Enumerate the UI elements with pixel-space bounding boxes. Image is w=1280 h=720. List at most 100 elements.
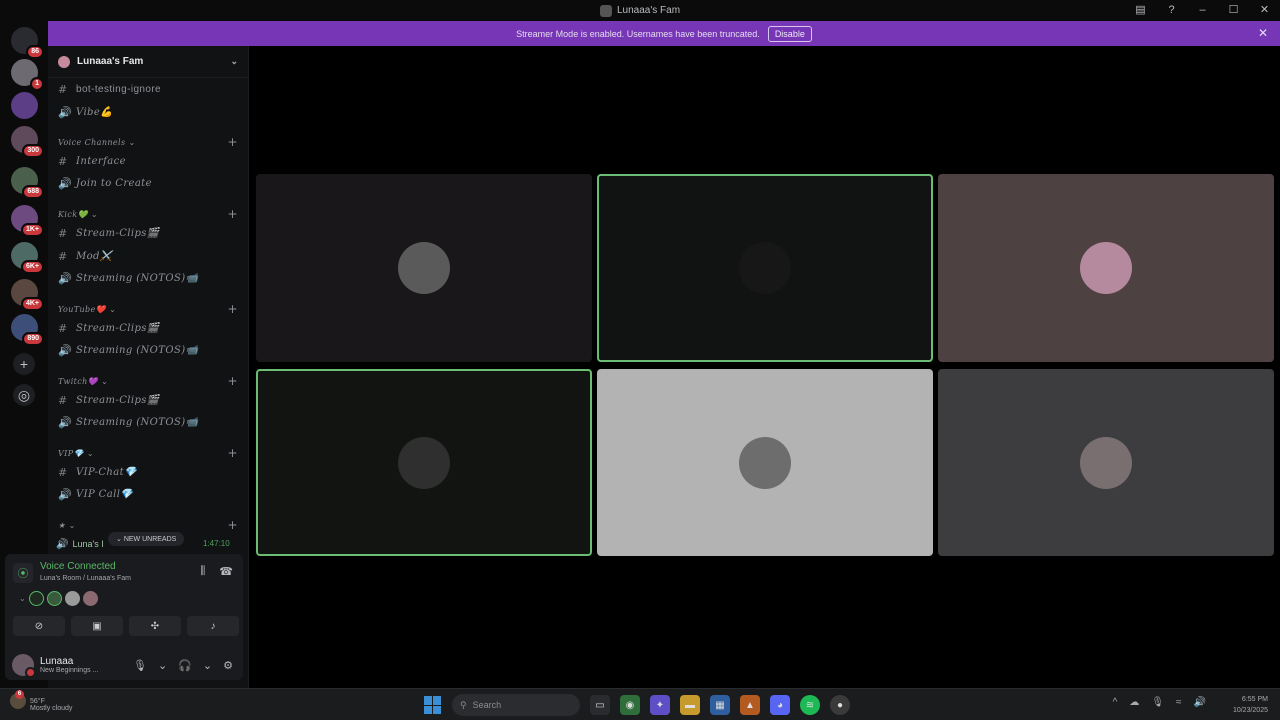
cloud-icon[interactable]: ☁: [1129, 697, 1139, 708]
screen-share-button[interactable]: ▣: [71, 616, 123, 636]
start-button[interactable]: [424, 696, 442, 714]
copilot-icon[interactable]: ✦: [650, 695, 670, 715]
chevron-down-icon[interactable]: ⌄: [158, 659, 167, 672]
category-header[interactable]: Voice Channels ⌄ +: [58, 135, 238, 149]
participant-tile[interactable]: [256, 369, 592, 556]
volume-icon[interactable]: 🔊: [1194, 697, 1206, 708]
add-channel-icon[interactable]: +: [228, 374, 238, 388]
voice-location[interactable]: Luna's Room / Lunaaa's Fam: [40, 575, 131, 582]
avatar[interactable]: [28, 591, 44, 606]
category-header[interactable]: YouTube❤️ ⌄ +: [58, 302, 238, 316]
server-folder[interactable]: 4K+: [11, 279, 44, 311]
close-window-button[interactable]: ✕: [1257, 3, 1272, 16]
add-channel-icon[interactable]: +: [228, 518, 238, 532]
weather-widget[interactable]: 6 56°F Mostly cloudy: [10, 690, 73, 712]
screen-share-icon: ▣: [92, 620, 102, 632]
avatar[interactable]: [64, 591, 80, 606]
category-header[interactable]: Kick💚 ⌄ +: [58, 207, 238, 221]
chevron-down-icon[interactable]: ⌄: [203, 659, 212, 672]
channel-item[interactable]: # bot-testing-ignore: [58, 80, 161, 98]
discord-icon[interactable]: ◕: [770, 695, 790, 715]
server-icon[interactable]: [11, 92, 38, 119]
camera-off-button[interactable]: ⊘: [13, 616, 65, 636]
window-title: Lunaaa's Fam: [599, 4, 680, 17]
channel-item[interactable]: # Stream-Clips🎬: [58, 319, 160, 337]
channel-name: Mod⚔️: [76, 250, 113, 262]
discover-icon[interactable]: ◎: [13, 384, 35, 406]
taskbar-search[interactable]: ⚲ Search: [452, 694, 580, 716]
voice-channel-item[interactable]: 🔊 Streaming (NOTOS)📹: [58, 413, 198, 431]
store-icon[interactable]: ▦: [710, 695, 730, 715]
signal-icon[interactable]: ⦿: [13, 563, 33, 583]
channel-item[interactable]: # Mod⚔️: [58, 247, 113, 265]
avatar[interactable]: [82, 591, 98, 606]
voice-channel-item[interactable]: 🔊 Vibe💪: [58, 103, 113, 121]
voice-channel-item[interactable]: 🔊 Join to Create: [58, 174, 152, 192]
noise-suppression-icon[interactable]: ⫼: [200, 565, 205, 578]
server-icon[interactable]: 1: [11, 59, 44, 91]
channel-item[interactable]: # Interface: [58, 152, 126, 170]
headphones-icon[interactable]: 🎧: [178, 659, 192, 672]
gear-icon[interactable]: ⚙: [223, 659, 233, 672]
weather-condition: Mostly cloudy: [30, 705, 73, 712]
server-badge: 688: [22, 185, 44, 199]
taskbar-clock[interactable]: 6:55 PM 10/23/2025: [1233, 694, 1268, 716]
voice-channel-item[interactable]: 🔊 VIP Call💎: [58, 485, 133, 503]
chevron-up-icon[interactable]: ^: [1113, 697, 1118, 708]
add-channel-icon[interactable]: +: [228, 446, 238, 460]
add-server-icon[interactable]: +: [13, 353, 35, 375]
task-view-icon[interactable]: ▭: [590, 695, 610, 715]
server-badge: 4K+: [20, 297, 44, 311]
participant-tile[interactable]: [256, 174, 592, 362]
microphone-icon[interactable]: 🎙: [1151, 697, 1164, 708]
voice-channel-item[interactable]: 🔊 Streaming (NOTOS)📹: [58, 341, 198, 359]
activities-button[interactable]: ✣: [129, 616, 181, 636]
category-header[interactable]: ★ ⌄ +: [58, 518, 238, 532]
close-icon[interactable]: ✕: [1258, 26, 1268, 40]
activities-icon: ✣: [150, 620, 160, 632]
server-folder[interactable]: 688: [11, 167, 44, 199]
wifi-icon[interactable]: ≈: [1176, 697, 1182, 708]
minimize-button[interactable]: –: [1195, 4, 1210, 16]
chevron-down-icon[interactable]: ⌄: [19, 594, 26, 603]
chrome-icon[interactable]: ◉: [620, 695, 640, 715]
new-unreads-pill[interactable]: ⌄ NEW UNREADS: [108, 532, 185, 546]
channel-item[interactable]: # Stream-Clips🎬: [58, 391, 160, 409]
add-channel-icon[interactable]: +: [228, 135, 238, 149]
add-channel-icon[interactable]: +: [228, 207, 238, 221]
obs-icon[interactable]: ●: [830, 695, 850, 715]
participant-tile[interactable]: [938, 369, 1274, 556]
vlc-icon[interactable]: ▲: [740, 695, 760, 715]
participant-avatar: [1080, 242, 1132, 294]
weather-badge: 6: [15, 690, 24, 699]
avatar[interactable]: [12, 654, 36, 678]
category-header[interactable]: VIP💎 ⌄ +: [58, 446, 238, 460]
server-header[interactable]: Lunaaa's Fam ⌄: [48, 46, 248, 78]
channel-item[interactable]: # Stream-Clips🎬: [58, 224, 160, 242]
voice-channel-item[interactable]: 🔊 Streaming (NOTOS)📹: [58, 269, 198, 287]
spotify-icon[interactable]: ≋: [800, 695, 820, 715]
server-folder[interactable]: 300: [11, 126, 44, 158]
participant-tile[interactable]: [597, 369, 933, 556]
disconnect-icon[interactable]: ☎: [219, 565, 233, 578]
add-channel-icon[interactable]: +: [228, 302, 238, 316]
soundboard-button[interactable]: ♪: [187, 616, 239, 636]
server-folder[interactable]: 890: [11, 314, 44, 346]
help-icon[interactable]: ?: [1164, 4, 1179, 16]
channel-item[interactable]: # VIP-Chat💎: [58, 463, 137, 481]
maximize-button[interactable]: ☐: [1226, 3, 1241, 16]
inbox-icon[interactable]: ▤: [1133, 3, 1148, 16]
participant-tile[interactable]: [938, 174, 1274, 362]
microphone-icon[interactable]: 🎙: [133, 659, 147, 672]
participant-tile[interactable]: [597, 174, 933, 362]
participant-avatar: [1080, 436, 1132, 489]
server-folder[interactable]: 6K+: [11, 242, 44, 274]
category-header[interactable]: Twitch💜 ⌄ +: [58, 374, 238, 388]
user-info[interactable]: Lunaaa New Beginnings ...: [40, 656, 98, 674]
channel-name: Streaming (NOTOS)📹: [76, 272, 199, 284]
home-button[interactable]: 86: [11, 27, 44, 59]
server-folder[interactable]: 1K+: [11, 205, 44, 237]
file-explorer-icon[interactable]: ▬: [680, 695, 700, 715]
disable-button[interactable]: Disable: [767, 25, 812, 42]
avatar[interactable]: [46, 591, 62, 606]
